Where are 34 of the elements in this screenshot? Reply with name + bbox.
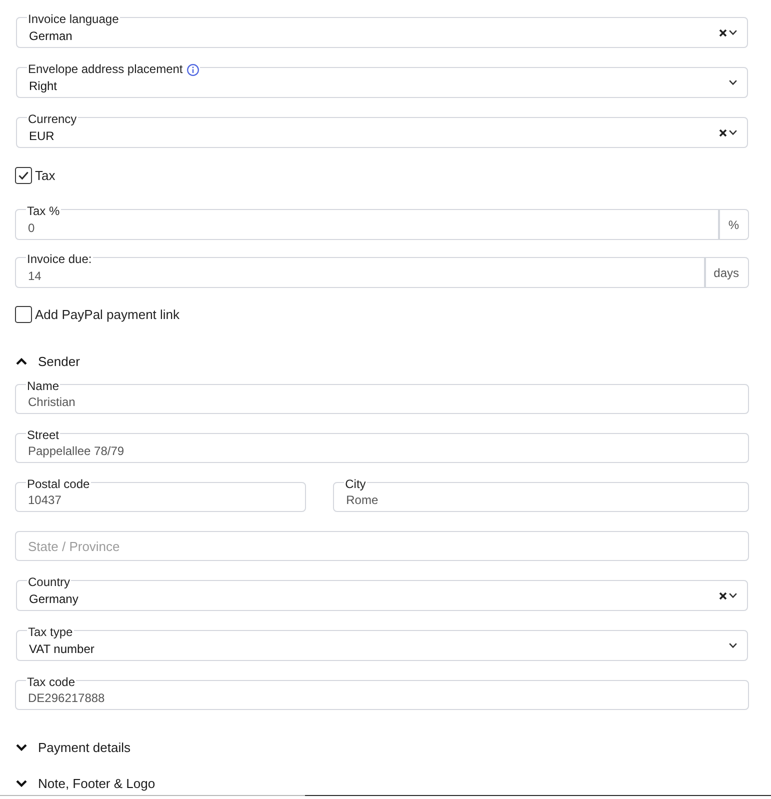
unit-label: days: [704, 257, 749, 288]
unit-label: %: [719, 209, 749, 240]
info-icon[interactable]: [186, 64, 199, 76]
field-label: City: [344, 478, 367, 491]
chevron-up-icon[interactable]: [16, 358, 27, 364]
chevron-down-icon[interactable]: [729, 643, 737, 648]
checkbox[interactable]: [15, 167, 32, 184]
field-label: Street: [26, 429, 60, 442]
field-label: Name: [26, 380, 60, 393]
chevron-down-icon[interactable]: [729, 130, 737, 135]
clear-icon[interactable]: [719, 128, 727, 136]
chevron-down-icon[interactable]: [16, 780, 27, 786]
field-label: Tax code: [26, 676, 76, 689]
chevron-down-icon[interactable]: [729, 593, 737, 598]
chevron-down-icon[interactable]: [16, 744, 27, 750]
checkbox-label[interactable]: Add PayPal payment link: [35, 307, 180, 322]
section-toggle[interactable]: Note, Footer & Logo: [15, 773, 156, 793]
chevron-down-icon[interactable]: [729, 30, 737, 35]
field-label: Country: [27, 576, 72, 589]
chevron-down-icon[interactable]: [729, 80, 737, 85]
text-field[interactable]: State / Province: [15, 531, 749, 561]
checkbox[interactable]: [15, 306, 32, 323]
field-label: Currency: [27, 113, 78, 126]
field-label: Tax type: [27, 626, 74, 639]
section-toggle[interactable]: Payment details: [15, 737, 130, 757]
field-label: Tax %: [26, 205, 61, 218]
clear-icon[interactable]: [719, 28, 727, 36]
field-label: Invoice language: [27, 13, 120, 26]
field-label: Postal code: [26, 478, 91, 491]
field-label: Invoice due:: [26, 253, 93, 266]
clear-icon[interactable]: [719, 592, 727, 600]
field-label: Envelope address placement: [27, 63, 200, 76]
section-toggle[interactable]: Sender: [15, 351, 80, 371]
checkbox-label[interactable]: Tax: [35, 168, 56, 183]
